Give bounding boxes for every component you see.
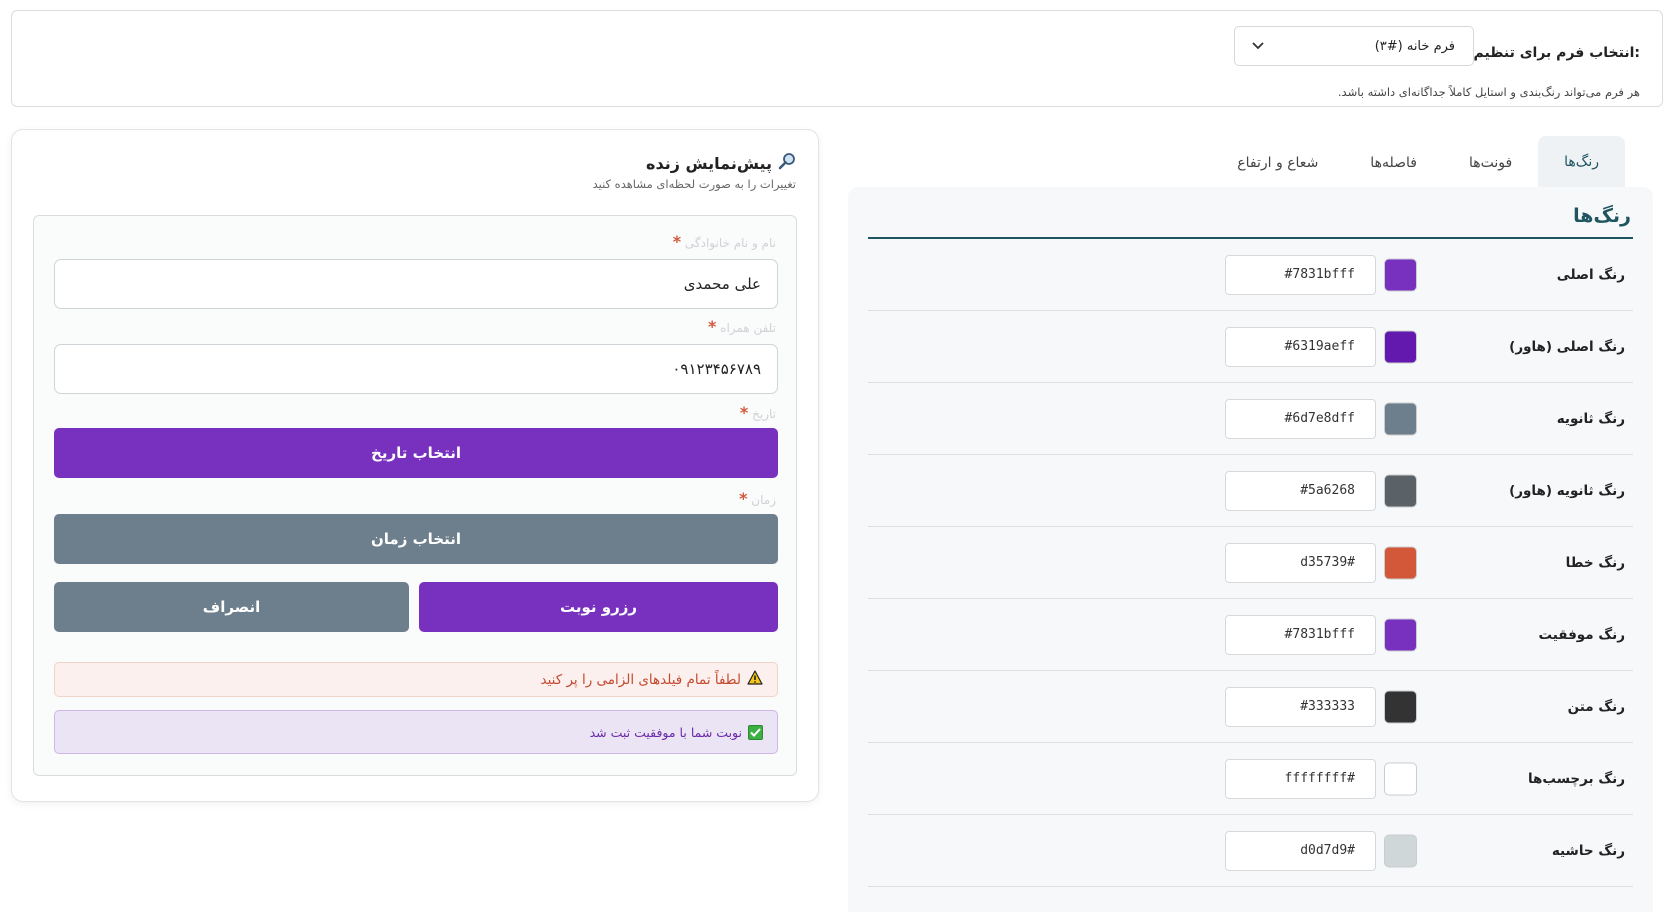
- color-swatch[interactable]: [1384, 762, 1417, 795]
- required-marker: *: [739, 403, 749, 422]
- check-icon: [748, 724, 763, 740]
- time-field-label: زمان *: [739, 489, 776, 508]
- colors-settings-panel: رنگ‌ها رنگ اصلی #7831bfff رنگ اصلی (هاور…: [848, 187, 1653, 912]
- live-preview-panel: پیش‌نمایش زنده تغییرات را به صورت لحظه‌ا…: [11, 129, 819, 802]
- color-swatch[interactable]: [1384, 546, 1417, 579]
- preview-title: پیش‌نمایش زنده: [646, 152, 796, 174]
- chevron-down-icon: [1249, 37, 1267, 55]
- form-selector-box: انتخاب فرم برای تنظیم استایل: فرم خانه (…: [11, 10, 1663, 107]
- color-hex-input[interactable]: d35739#: [1225, 542, 1376, 583]
- warning-icon: [747, 670, 763, 689]
- form-select-value: فرم خانه (#۳): [1374, 38, 1455, 54]
- color-swatch[interactable]: [1384, 834, 1417, 867]
- color-row-labels: رنگ برچسب‌ها ffffffff#: [868, 743, 1633, 815]
- select-date-button[interactable]: انتخاب تاریخ: [54, 428, 778, 478]
- tab-fonts[interactable]: فونت‌ها: [1443, 136, 1538, 189]
- color-hex-input[interactable]: #333333: [1225, 686, 1376, 727]
- field-label-text: زمان: [751, 493, 776, 507]
- date-field-label: تاریخ *: [740, 403, 776, 422]
- tab-spacing[interactable]: فاصله‌ها: [1344, 136, 1443, 189]
- phone-field-label: تلفن همراه *: [708, 317, 776, 336]
- field-label-text: تلفن همراه: [720, 321, 776, 335]
- color-label: رنگ اصلی: [1556, 266, 1625, 283]
- color-hex-input[interactable]: #6d7e8dff: [1225, 398, 1376, 439]
- panel-title: رنگ‌ها: [1573, 205, 1631, 227]
- color-swatch[interactable]: [1384, 402, 1417, 435]
- color-row-secondary: رنگ ثانویه #6d7e8dff: [868, 383, 1633, 455]
- form-selector-hint: هر فرم می‌تواند رنگ‌بندی و استایل کاملاً…: [1337, 85, 1640, 99]
- color-row-primary: رنگ اصلی #7831bfff: [868, 239, 1633, 311]
- name-field-label: نام و نام خانوادگی *: [673, 232, 776, 251]
- color-row-text: رنگ متن #333333: [868, 671, 1633, 743]
- phone-input[interactable]: ۰۹۱۲۳۴۵۶۷۸۹: [54, 344, 778, 394]
- settings-tabs: رنگ‌ها فونت‌ها فاصله‌ها شعاع و ارتفاع: [1211, 136, 1625, 189]
- color-row-success: رنگ موفقیت #7831bfff: [868, 599, 1633, 671]
- color-label: رنگ اصلی (هاور): [1509, 338, 1625, 355]
- magnifier-icon: [778, 152, 796, 174]
- required-marker: *: [707, 317, 717, 336]
- tab-radius-height[interactable]: شعاع و ارتفاع: [1211, 136, 1344, 189]
- required-marker: *: [672, 232, 682, 251]
- preview-title-text: پیش‌نمایش زنده: [646, 153, 772, 173]
- color-row-secondary-hover: رنگ ثانویه (هاور) #5a6268: [868, 455, 1633, 527]
- name-input[interactable]: علی محمدی: [54, 259, 778, 309]
- color-hex-input[interactable]: #7831bfff: [1225, 254, 1376, 295]
- form-select[interactable]: فرم خانه (#۳): [1234, 26, 1474, 66]
- color-swatch[interactable]: [1384, 330, 1417, 363]
- color-row-error: رنگ خطا d35739#: [868, 527, 1633, 599]
- error-alert-text: لطفاً تمام فیلدهای الزامی را پر کنید: [540, 671, 741, 688]
- required-marker: *: [739, 489, 748, 508]
- color-row-border: رنگ حاشیه d0d7d9#: [868, 815, 1633, 887]
- preview-form: نام و نام خانوادگی * علی محمدی تلفن همرا…: [33, 215, 797, 776]
- cancel-button[interactable]: انصراف: [54, 582, 409, 632]
- color-hex-input[interactable]: #5a6268: [1225, 470, 1376, 511]
- color-hex-input[interactable]: d0d7d9#: [1225, 830, 1376, 871]
- color-hex-input[interactable]: ffffffff#: [1225, 758, 1376, 799]
- field-label-text: تاریخ: [752, 407, 776, 421]
- color-row-primary-hover: رنگ اصلی (هاور) #6319aeff: [868, 311, 1633, 383]
- field-label-text: نام و نام خانوادگی: [684, 236, 776, 250]
- color-label: رنگ ثانویه: [1556, 410, 1625, 427]
- color-label: رنگ موفقیت: [1538, 626, 1625, 643]
- preview-subtitle: تغییرات را به صورت لحظه‌ای مشاهده کنید: [592, 177, 796, 191]
- success-alert-text: نوبت شما با موفقیت ثبت شد: [589, 724, 742, 740]
- error-alert: لطفاً تمام فیلدهای الزامی را پر کنید: [54, 662, 778, 697]
- color-label: رنگ متن: [1567, 698, 1625, 715]
- color-label: رنگ برچسب‌ها: [1527, 770, 1625, 787]
- tab-colors[interactable]: رنگ‌ها: [1538, 136, 1625, 189]
- color-swatch[interactable]: [1384, 474, 1417, 507]
- color-swatch[interactable]: [1384, 618, 1417, 651]
- book-appointment-button[interactable]: رزرو نوبت: [419, 582, 778, 632]
- color-label: رنگ ثانویه (هاور): [1509, 482, 1625, 499]
- color-swatch[interactable]: [1384, 258, 1417, 291]
- color-hex-input[interactable]: #6319aeff: [1225, 326, 1376, 367]
- color-swatch[interactable]: [1384, 690, 1417, 723]
- color-label: رنگ حاشیه: [1551, 842, 1625, 859]
- color-label: رنگ خطا: [1565, 554, 1625, 571]
- success-alert: نوبت شما با موفقیت ثبت شد: [54, 710, 778, 754]
- select-time-button[interactable]: انتخاب زمان: [54, 514, 778, 564]
- color-hex-input[interactable]: #7831bfff: [1225, 614, 1376, 655]
